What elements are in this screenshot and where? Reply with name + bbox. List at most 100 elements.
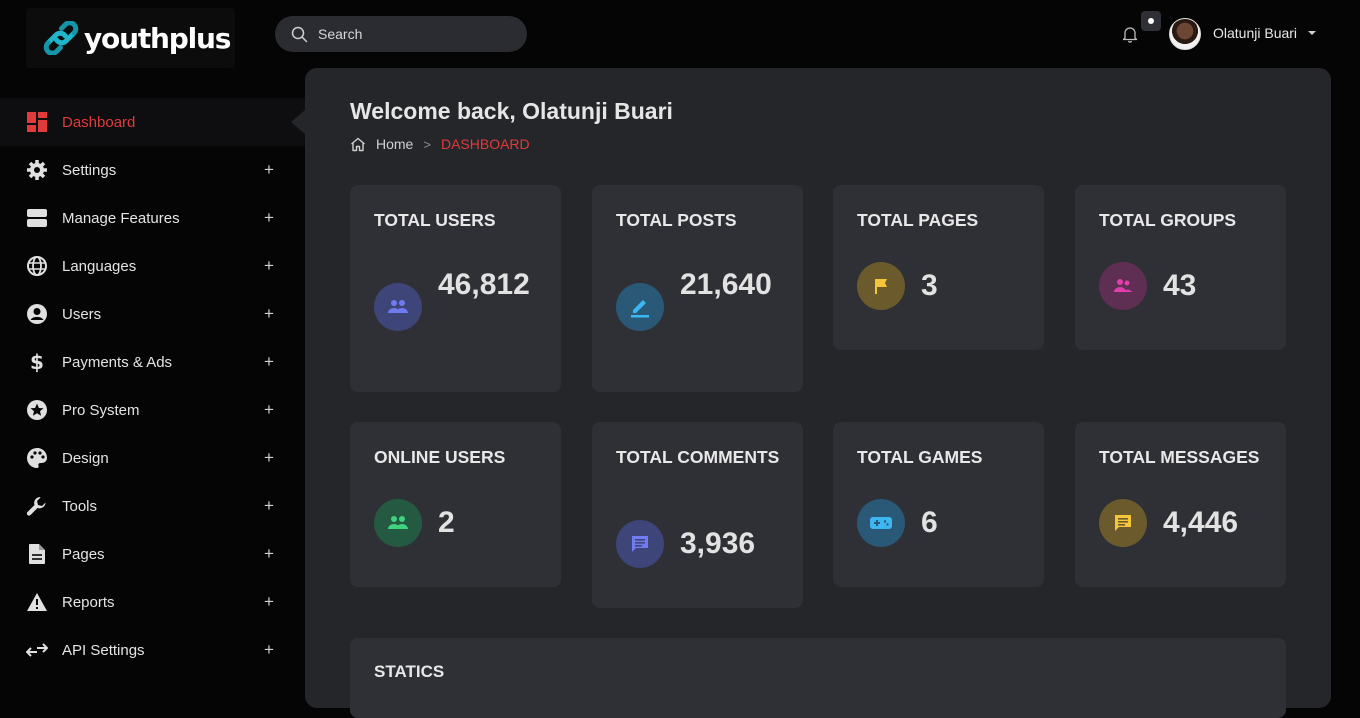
avatar[interactable] [1169, 18, 1201, 50]
sidebar-item-payments-ads[interactable]: $ Payments & Ads + [0, 338, 305, 386]
expand-icon[interactable]: + [264, 352, 274, 372]
user-circle-icon [26, 303, 48, 325]
sidebar-item-reports[interactable]: Reports + [0, 578, 305, 626]
sidebar-item-label: Pro System [62, 401, 140, 419]
sidebar-item-settings[interactable]: Settings + [0, 146, 305, 194]
breadcrumb-home[interactable]: Home [376, 136, 413, 152]
dashboard-icon [26, 111, 48, 133]
sidebar-item-api-settings[interactable]: API Settings + [0, 626, 305, 674]
search-input[interactable]: Search [275, 16, 527, 52]
main-panel: Welcome back, Olatunji Buari Home > DASH… [305, 68, 1331, 718]
sidebar-item-dashboard[interactable]: Dashboard [0, 98, 305, 146]
stat-card-total-messages: TOTAL MESSAGES 4,446 [1075, 422, 1286, 587]
users-icon [374, 283, 422, 331]
card-value: 3 [921, 269, 938, 302]
page-title: Welcome back, Olatunji Buari [350, 98, 673, 124]
card-title: TOTAL USERS [374, 210, 496, 230]
sidebar-item-pro-system[interactable]: Pro System + [0, 386, 305, 434]
wrench-icon [26, 495, 48, 517]
search-placeholder: Search [318, 26, 363, 42]
card-value: 21,640 [680, 268, 772, 301]
card-title: TOTAL POSTS [616, 210, 737, 230]
section-title: STATICS [374, 662, 445, 681]
bell-icon[interactable] [1120, 24, 1140, 44]
sidebar-item-manage-features[interactable]: Manage Features + [0, 194, 305, 242]
sidebar-item-label: Reports [62, 593, 115, 611]
sidebar-item-label: API Settings [62, 641, 145, 659]
sidebar-item-label: Settings [62, 161, 117, 179]
caret-down-icon[interactable] [1308, 31, 1316, 35]
expand-icon[interactable]: + [264, 496, 274, 516]
search-icon [291, 26, 308, 42]
sidebar-item-label: Dashboard [62, 113, 136, 131]
stat-card-total-users: TOTAL USERS 46,812 [350, 185, 561, 392]
sidebar-item-users[interactable]: Users + [0, 290, 305, 338]
sidebar-item-label: Manage Features [62, 209, 180, 227]
sidebar-item-languages[interactable]: Languages + [0, 242, 305, 290]
sidebar-item-label: Design [62, 449, 109, 467]
comment-icon [616, 520, 664, 568]
expand-icon[interactable]: + [264, 256, 274, 276]
stat-card-total-games: TOTAL GAMES 6 [833, 422, 1044, 587]
gamepad-icon [857, 499, 905, 547]
globe-icon [26, 255, 48, 277]
expand-icon[interactable]: + [264, 208, 274, 228]
online-users-icon [374, 499, 422, 547]
features-icon [26, 207, 48, 229]
expand-icon[interactable]: + [264, 640, 274, 660]
brand-logo[interactable]: youthplus [26, 8, 235, 68]
dollar-icon: $ [26, 351, 48, 373]
gear-icon [26, 159, 48, 181]
sidebar-item-tools[interactable]: Tools + [0, 482, 305, 530]
card-value: 4,446 [1163, 506, 1239, 539]
expand-icon[interactable]: + [264, 544, 274, 564]
sidebar-item-design[interactable]: Design + [0, 434, 305, 482]
statics-panel: STATICS [350, 638, 1286, 718]
card-title: TOTAL MESSAGES [1099, 447, 1260, 467]
card-title: ONLINE USERS [374, 447, 506, 467]
chain-link-icon [43, 21, 79, 55]
flag-icon [857, 262, 905, 310]
notification-badge[interactable] [1141, 11, 1161, 31]
sidebar: Dashboard Settings + Manage Features + L… [0, 98, 305, 674]
expand-icon[interactable]: + [264, 592, 274, 612]
card-title: TOTAL GAMES [857, 447, 983, 467]
sidebar-item-label: Tools [62, 497, 98, 515]
api-arrows-icon [26, 639, 48, 661]
expand-icon[interactable]: + [264, 448, 274, 468]
chevron-right-icon: > [423, 136, 431, 152]
card-title: TOTAL PAGES [857, 210, 979, 230]
sidebar-item-label: Payments & Ads [62, 353, 173, 371]
sidebar-item-pages[interactable]: Pages + [0, 530, 305, 578]
card-title: TOTAL GROUPS [1099, 210, 1237, 230]
palette-icon [26, 447, 48, 469]
expand-icon[interactable]: + [264, 304, 274, 324]
card-value: 3,936 [680, 527, 756, 560]
card-value: 43 [1163, 269, 1197, 302]
stat-card-total-pages: TOTAL PAGES 3 [833, 185, 1044, 350]
brand-name: youthplus [84, 21, 231, 55]
breadcrumb-current: DASHBOARD [440, 136, 530, 152]
message-icon [1099, 499, 1147, 547]
stat-card-total-groups: TOTAL GROUPS 43 [1075, 185, 1286, 350]
expand-icon[interactable]: + [264, 400, 274, 420]
stat-card-online-users: ONLINE USERS 2 [350, 422, 561, 587]
card-value: 46,812 [438, 268, 530, 301]
pencil-icon [616, 283, 664, 331]
expand-icon[interactable]: + [264, 160, 274, 180]
group-icon [1099, 262, 1147, 310]
sidebar-item-label: Users [62, 305, 102, 323]
home-icon[interactable] [350, 137, 366, 152]
user-menu-name[interactable]: Olatunji Buari [1213, 25, 1297, 41]
breadcrumb: Home > DASHBOARD [350, 136, 530, 152]
sidebar-item-label: Pages [62, 545, 105, 563]
warning-icon [26, 591, 48, 613]
card-value: 2 [438, 506, 455, 539]
svg-text:$: $ [30, 351, 44, 373]
sidebar-item-label: Languages [62, 257, 137, 275]
document-icon [26, 543, 48, 565]
card-value: 6 [921, 506, 938, 539]
star-icon [26, 399, 48, 421]
card-title: TOTAL COMMENTS [616, 447, 780, 467]
stat-card-total-comments: TOTAL COMMENTS 3,936 [592, 422, 803, 608]
